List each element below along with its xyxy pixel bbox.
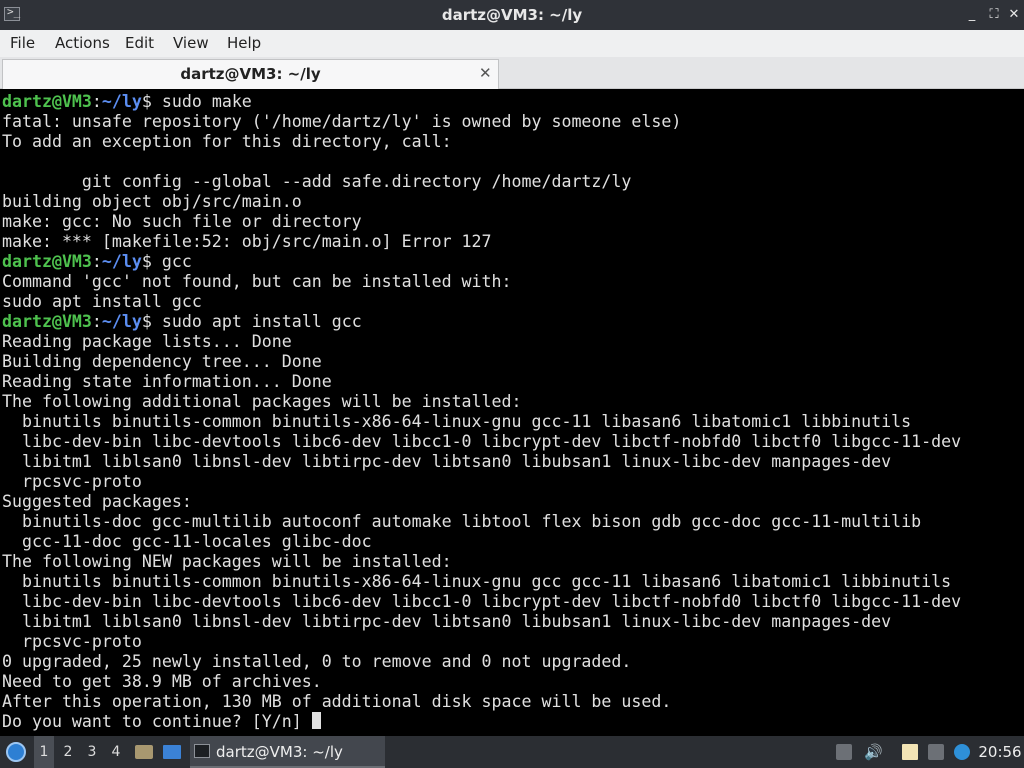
prompt-user-host: dartz@VM3: [2, 312, 92, 331]
output-line: rpcsvc-proto: [2, 472, 142, 491]
close-button[interactable]: ✕: [1003, 0, 1024, 30]
prompt-symbol: $: [141, 252, 152, 271]
window-title: dartz@VM3: ~/ly: [441, 6, 583, 24]
tab-bar: dartz@VM3: ~/ly ✕: [0, 57, 1024, 89]
output-line: fatal: unsafe repository ('/home/dartz/l…: [2, 112, 682, 131]
tab-terminal[interactable]: dartz@VM3: ~/ly ✕: [2, 59, 499, 89]
prompt-line: dartz@VM3:~/ly$ sudo make: [2, 92, 252, 112]
prompt-symbol: $: [141, 312, 152, 331]
text-cursor: [311, 712, 321, 729]
prompt-line: dartz@VM3:~/ly$ gcc: [2, 252, 192, 272]
terminal-icon: [194, 744, 210, 758]
output-line: To add an exception for this directory, …: [2, 132, 452, 151]
prompt-line: dartz@VM3:~/ly$ sudo apt install gcc: [2, 312, 362, 332]
output-line: binutils binutils-common binutils-x86-64…: [2, 412, 912, 431]
question-text: Do you want to continue? [Y/n]: [2, 712, 312, 731]
output-line: libc-dev-bin libc-devtools libc6-dev lib…: [2, 592, 962, 611]
output-line: make: *** [makefile:52: obj/src/main.o] …: [2, 232, 492, 251]
workspace-1[interactable]: 1: [34, 736, 54, 768]
maximize-button[interactable]: ⛶: [983, 0, 1005, 30]
clipboard-icon[interactable]: [902, 744, 918, 760]
output-line: gcc-11-doc gcc-11-locales glibc-doc: [2, 532, 372, 551]
input-prompt-line: Do you want to continue? [Y/n]: [2, 712, 321, 732]
prompt-colon: :: [91, 92, 102, 111]
prompt-user-host: dartz@VM3: [2, 252, 92, 271]
output-line: libitm1 liblsan0 libnsl-dev libtirpc-dev…: [2, 452, 892, 471]
command-text: gcc: [151, 252, 192, 271]
output-line: libc-dev-bin libc-devtools libc6-dev lib…: [2, 432, 962, 451]
output-line: Building dependency tree... Done: [2, 352, 322, 371]
clock[interactable]: 20:56: [976, 736, 1024, 768]
output-line: Suggested packages:: [2, 492, 192, 511]
help-icon[interactable]: [954, 744, 970, 760]
output-line: binutils-doc gcc-multilib autoconf autom…: [2, 512, 922, 531]
prompt-path: ~/ly: [101, 312, 142, 331]
prompt-symbol: $: [141, 92, 152, 111]
output-line: binutils binutils-common binutils-x86-64…: [2, 572, 952, 591]
output-line: Command 'gcc' not found, but can be inst…: [2, 272, 512, 291]
start-menu-icon[interactable]: [4, 736, 28, 768]
menu-edit[interactable]: Edit: [125, 30, 154, 57]
task-label: dartz@VM3: ~/ly: [216, 743, 343, 761]
command-text: sudo apt install gcc: [151, 312, 362, 331]
workspace-3[interactable]: 3: [82, 736, 102, 768]
output-line: git config --global --add safe.directory…: [2, 172, 632, 191]
menu-view[interactable]: View: [173, 30, 209, 57]
minimize-button[interactable]: _: [961, 0, 983, 30]
output-line: 0 upgraded, 25 newly installed, 0 to rem…: [2, 652, 632, 671]
output-line: building object obj/src/main.o: [2, 192, 302, 211]
menu-bar: File Actions Edit View Help: [0, 30, 1024, 57]
output-line: The following additional packages will b…: [2, 392, 522, 411]
taskbar: 1 2 3 4 dartz@VM3: ~/ly 🔊 20:56: [0, 736, 1024, 768]
prompt-path: ~/ly: [101, 92, 142, 111]
volume-icon[interactable]: 🔊: [864, 744, 883, 760]
workspace-2[interactable]: 2: [58, 736, 78, 768]
output-line: The following NEW packages will be insta…: [2, 552, 452, 571]
prompt-colon: :: [91, 312, 102, 331]
window-titlebar[interactable]: >_ dartz@VM3: ~/ly _ ⛶ ✕: [0, 0, 1024, 30]
network-icon[interactable]: [928, 744, 944, 760]
prompt-path: ~/ly: [101, 252, 142, 271]
output-line: Reading package lists... Done: [2, 332, 292, 351]
command-text: sudo make: [151, 92, 252, 111]
file-manager-icon[interactable]: [132, 736, 156, 768]
terminal-output[interactable]: dartz@VM3:~/ly$ sudo make fatal: unsafe r…: [0, 89, 1024, 736]
tab-label: dartz@VM3: ~/ly: [180, 65, 321, 83]
workspace-4[interactable]: 4: [106, 736, 126, 768]
menu-actions[interactable]: Actions: [55, 30, 110, 57]
prompt-user-host: dartz@VM3: [2, 92, 92, 111]
show-desktop-icon[interactable]: [160, 736, 184, 768]
output-line: After this operation, 130 MB of addition…: [2, 692, 672, 711]
output-line: Reading state information... Done: [2, 372, 332, 391]
menu-help[interactable]: Help: [227, 30, 261, 57]
output-line: Need to get 38.9 MB of archives.: [2, 672, 322, 691]
output-line: libitm1 liblsan0 libnsl-dev libtirpc-dev…: [2, 612, 892, 631]
prompt-colon: :: [91, 252, 102, 271]
menu-file[interactable]: File: [10, 30, 35, 57]
output-line: make: gcc: No such file or directory: [2, 212, 362, 231]
output-line: rpcsvc-proto: [2, 632, 142, 651]
taskbar-task-terminal[interactable]: dartz@VM3: ~/ly: [190, 736, 385, 768]
tab-close-icon[interactable]: ✕: [479, 60, 492, 88]
output-line: sudo apt install gcc: [2, 292, 202, 311]
update-notifier-icon[interactable]: [836, 744, 852, 760]
